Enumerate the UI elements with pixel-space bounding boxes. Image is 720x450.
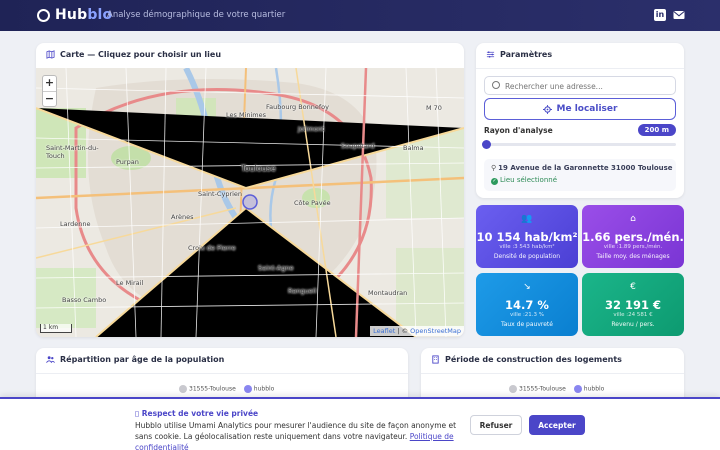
map-label-lardenne: Lardenne (60, 220, 91, 228)
params-divider (476, 68, 684, 69)
construction-chart-title: Période de construction des logements (431, 355, 622, 364)
map-label-rangueil: Rangueil (288, 287, 317, 295)
osm-link[interactable]: OpenStreetMap (410, 327, 461, 335)
mail-icon[interactable] (673, 9, 685, 21)
check-icon: ✓ (491, 178, 498, 185)
map-label-mirail: Le Mirail (116, 279, 144, 287)
stat-label: Taille moy. des ménages (596, 253, 670, 260)
zoom-control: + − (42, 75, 57, 107)
selection-circle (242, 194, 258, 210)
leaflet-link[interactable]: Leaflet (373, 327, 395, 335)
legend-item[interactable]: hubblo (243, 385, 274, 393)
stat-ville: ville :3 543 hab/km² (499, 244, 555, 250)
legend-item[interactable]: 31555-Toulouse (179, 385, 236, 393)
stat-value: 10 154 hab/km² (476, 230, 578, 244)
construction-chart-legend: 31555-Toulouse hubblo (509, 385, 604, 393)
app-header: Hubblo Analyse démographique de votre qu… (0, 0, 720, 31)
map-label-jolimont: Jolimont (298, 125, 325, 133)
stat-ville: ville :1.89 pers./mén. (603, 244, 663, 250)
cookie-title: ▯ Respect de votre vie privée (135, 409, 259, 418)
stat-label: Revenu / pers. (611, 321, 655, 328)
cookie-banner: ▯ Respect de votre vie privée Hubblo uti… (0, 397, 720, 450)
stat-household: ⌂ 1.66 pers./mén. ville :1.89 pers./mén.… (582, 205, 684, 268)
legend-item[interactable]: 31555-Toulouse (509, 385, 566, 393)
stat-value: 14.7 % (505, 298, 549, 312)
radius-slider-handle[interactable] (482, 140, 491, 149)
refuse-button[interactable]: Refuser (470, 415, 522, 435)
logo-ring-icon (37, 9, 50, 22)
money-icon: € (630, 282, 636, 292)
house-icon: ⌂ (630, 214, 636, 224)
tagline: Analyse démographique de votre quartier (107, 10, 286, 20)
search-box (484, 76, 676, 95)
crosshair-icon (542, 104, 552, 114)
map-label-pavee: Côte Pavée (294, 199, 331, 207)
radius-value-badge: 200 m (637, 124, 676, 136)
map-label-soupetard: Soupetard (341, 142, 375, 150)
radius-label: Rayon d'analyse (484, 126, 553, 135)
zoom-out-button[interactable]: − (43, 91, 56, 106)
stat-label: Taux de pauvreté (501, 321, 553, 328)
stat-ville: ville :21.3 % (509, 312, 545, 318)
pin-icon: ⚲ (491, 164, 497, 172)
accept-button[interactable]: Accepter (529, 415, 585, 435)
map-label-balma: Balma (403, 144, 424, 152)
stat-label: Densité de population (493, 253, 561, 260)
age-chart-title: Répartition par âge de la population (46, 355, 224, 364)
map-label-cyprien: Saint-Cyprien (198, 190, 243, 198)
map-card-title: Carte — Cliquez pour choisir un lieu (46, 50, 221, 59)
map-label-toulouse: Toulouse (241, 164, 276, 173)
shield-icon: ▯ (135, 409, 142, 418)
people-icon: 👥 (521, 214, 533, 224)
people-icon (46, 356, 55, 363)
linkedin-icon[interactable]: in (654, 9, 666, 21)
map-card: Carte — Cliquez pour choisir un lieu Tou… (36, 43, 464, 337)
map-label-arenes: Arènes (171, 213, 194, 221)
stat-density: 👥 10 154 hab/km² ville :3 543 hab/km² De… (476, 205, 578, 268)
zoom-in-button[interactable]: + (43, 76, 56, 91)
cookie-text: Hubblo utilise Umami Analytics pour mesu… (135, 421, 457, 450)
address-search-input[interactable] (505, 79, 670, 93)
map-label-agne: Saint-Agne (258, 264, 294, 272)
trend-down-icon: ↘ (523, 282, 531, 292)
radius-slider[interactable] (482, 140, 676, 149)
map-attribution: Leaflet | © OpenStreetMap (370, 326, 464, 336)
map-label-minimes: Les Minimes (226, 111, 267, 119)
legend-item[interactable]: hubblo (573, 385, 604, 393)
stat-value: 32 191 € (604, 298, 662, 312)
params-title: Paramètres (486, 50, 552, 59)
stat-income: € 32 191 € ville :24 581 € Revenu / pers… (582, 273, 684, 336)
map-label-m70: M 70 (426, 104, 442, 112)
age-chart-legend: 31555-Toulouse hubblo (179, 385, 274, 393)
logo[interactable]: Hubblo (55, 7, 112, 23)
stat-poverty: ↘ 14.7 % ville :21.3 % Taux de pauvreté (476, 273, 578, 336)
params-card: Paramètres Me localiser Rayon d'analyse … (476, 43, 684, 198)
selected-status: ✓ Lieu sélectionné (491, 176, 558, 185)
sliders-icon (486, 51, 495, 58)
search-icon (492, 81, 500, 89)
map-view[interactable]: Toulouse Faubourg Bonnefoy Jolimont Soup… (36, 68, 464, 337)
map-label-basso: Basso Cambo (62, 296, 107, 304)
selected-address: ⚲ 19 Avenue de la Garonnette 31000 Toulou… (491, 164, 673, 172)
map-label-montaudran: Montaudran (368, 289, 408, 297)
map-label-purpan: Purpan (116, 158, 139, 166)
map-scale: 1 km (40, 324, 72, 333)
locate-button[interactable]: Me localiser (484, 98, 676, 120)
map-label-faubourg: Faubourg Bonnefoy (266, 103, 330, 111)
stat-ville: ville :24 581 € (613, 312, 653, 318)
map-label-martin: Saint-Martin-du-Touch (46, 144, 99, 160)
construction-chart-divider (421, 373, 684, 374)
stat-value: 1.66 pers./mén. (582, 230, 684, 244)
age-chart-divider (36, 373, 408, 374)
selected-location-box: ⚲ 19 Avenue de la Garonnette 31000 Toulou… (484, 159, 676, 191)
map-label-croix: Croix de Pierre (188, 244, 236, 252)
building-icon (432, 355, 439, 364)
map-icon (46, 50, 55, 59)
